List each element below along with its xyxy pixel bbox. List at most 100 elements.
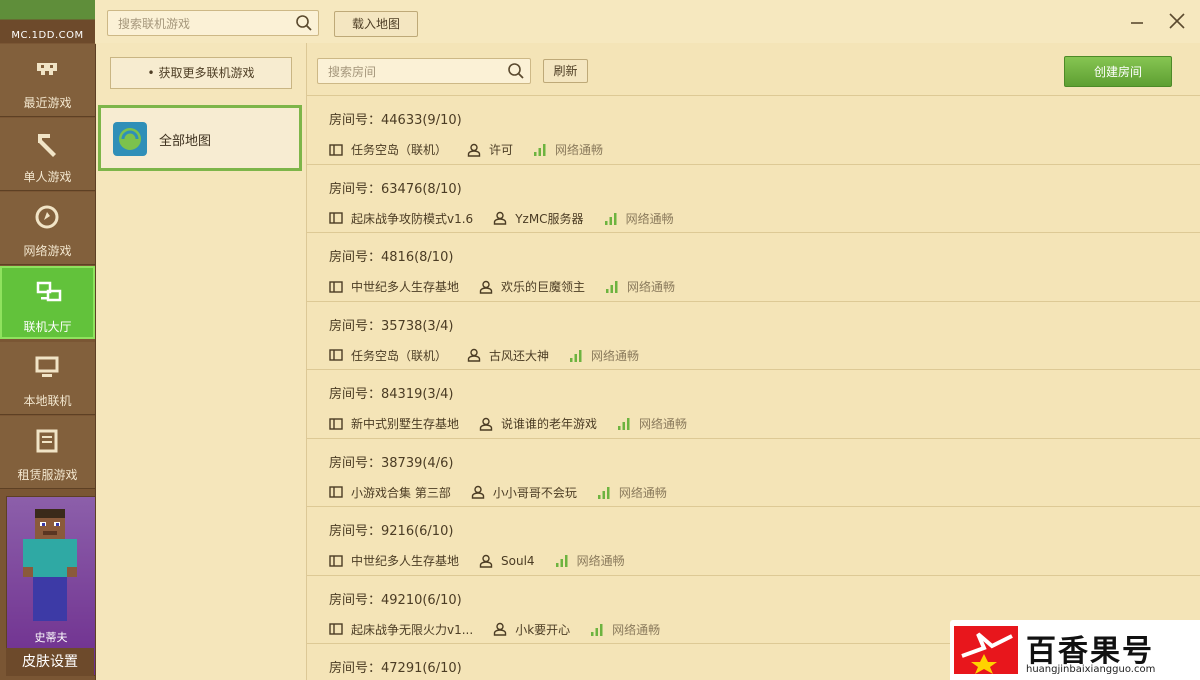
nav-label: 联机大厅 xyxy=(23,320,72,334)
signal-icon xyxy=(534,144,546,156)
room-map: 小游戏合集 第三部 xyxy=(351,485,451,500)
room-row[interactable]: 房间号：44633(9/10) 任务空岛（联机） 许可 网络通畅 xyxy=(307,95,1200,163)
room-details: 起床战争攻防模式v1.6 YzMC服务器 网络通畅 xyxy=(329,210,674,227)
all-maps-label: 全部地图 xyxy=(159,134,212,149)
room-details: 中世纪多人生存基地 Soul4 网络通畅 xyxy=(329,552,625,569)
room-owner: 小小哥哥不会玩 xyxy=(492,485,577,500)
create-room-button[interactable]: 创建房间 xyxy=(1064,56,1172,87)
close-icon[interactable] xyxy=(1166,10,1188,32)
pickaxe-icon xyxy=(38,134,56,157)
nav-single-player[interactable]: 单人游戏 xyxy=(0,118,95,191)
room-id: 房间号：44633(9/10) xyxy=(329,113,462,128)
network-icon xyxy=(36,281,62,302)
nav-label: 最近游戏 xyxy=(23,96,72,110)
room-row[interactable]: 房间号：63476(8/10) 起床战争攻防模式v1.6 YzMC服务器 网络通畅 xyxy=(307,163,1200,232)
search-icon[interactable] xyxy=(295,14,313,32)
monitor-icon xyxy=(35,356,59,377)
map-list-panel: • 获取更多联机游戏 全部地图 xyxy=(96,43,307,680)
room-owner: 许可 xyxy=(489,143,514,157)
room-id: 房间号：49210(6/10) xyxy=(329,592,462,608)
user-icon xyxy=(493,622,507,636)
app-logo: MC.1DD.COM xyxy=(0,0,95,43)
room-details: 新中式别墅生存基地 说谁谁的老年游戏 网络通畅 xyxy=(329,415,687,432)
network-status: 网络通畅 xyxy=(612,622,661,637)
watermark-url: huangjinbaixiangguo.com xyxy=(1026,664,1156,675)
user-icon xyxy=(471,485,485,499)
all-maps-item[interactable]: 全部地图 xyxy=(98,105,302,171)
map-icon xyxy=(329,486,343,498)
network-status: 网络通畅 xyxy=(618,485,667,500)
room-row[interactable]: 房间号：84319(3/4) 新中式别墅生存基地 说谁谁的老年游戏 网络通畅 xyxy=(307,369,1200,437)
room-map: 中世纪多人生存基地 xyxy=(351,554,460,568)
room-details: 中世纪多人生存基地 欢乐的巨魔领主 网络通畅 xyxy=(329,278,675,295)
signal-icon xyxy=(597,486,610,499)
get-more-games-button[interactable]: • 获取更多联机游戏 xyxy=(110,57,292,89)
room-row[interactable]: 房间号：9216(6/10) 中世纪多人生存基地 Soul4 网络通畅 xyxy=(307,506,1200,574)
map-icon xyxy=(329,417,343,430)
room-search-input[interactable]: 搜索房间 xyxy=(317,58,531,84)
user-icon xyxy=(479,280,493,294)
room-map: 起床战争攻防模式v1.6 xyxy=(351,211,474,226)
user-icon xyxy=(467,143,481,157)
search-icon[interactable] xyxy=(507,62,525,80)
room-map: 起床战争无限火力v1... xyxy=(351,622,474,637)
room-owner: Soul4 xyxy=(501,553,535,568)
nav-label: 网络游戏 xyxy=(23,244,72,258)
nav-label: 单人游戏 xyxy=(23,170,72,184)
brand-logo-icon xyxy=(954,626,1018,674)
room-owner: 欢乐的巨魔领主 xyxy=(501,280,586,294)
map-icon xyxy=(329,280,343,293)
minimize-icon[interactable] xyxy=(1126,10,1148,32)
nav-online-games[interactable]: 网络游戏 xyxy=(0,192,95,265)
top-bar: 搜索联机游戏 载入地图 xyxy=(95,0,1200,44)
player-name: 史蒂夫 xyxy=(34,631,68,644)
room-list-panel: 搜索房间 刷新 创建房间 房间号：44633(9/10) 任务空岛（联机） 许可 网络… xyxy=(307,43,1200,680)
room-details: 起床战争无限火力v1... 小k要开心 网络通畅 xyxy=(329,621,660,638)
network-status: 网络通畅 xyxy=(625,211,674,226)
map-icon xyxy=(329,143,343,156)
room-owner: YzMC服务器 xyxy=(515,211,584,226)
gamepad-icon xyxy=(37,63,57,75)
network-status: 网络通畅 xyxy=(639,417,688,431)
nav-multiplayer-lobby[interactable]: 联机大厅 xyxy=(0,266,95,339)
server-icon xyxy=(36,429,58,453)
room-row[interactable]: 房间号：38739(4/6) 小游戏合集 第三部 小小哥哥不会玩 网络通畅 xyxy=(307,437,1200,506)
room-owner: 小k要开心 xyxy=(515,622,571,637)
compass-icon xyxy=(35,205,59,229)
network-status: 网络通畅 xyxy=(555,143,604,157)
room-details: 任务空岛（联机） 许可 网络通畅 xyxy=(329,141,603,158)
refresh-button[interactable]: 刷新 xyxy=(543,59,588,83)
game-search-input[interactable]: 搜索联机游戏 xyxy=(107,10,319,36)
map-globe-icon xyxy=(113,122,147,156)
search-placeholder: 搜索联机游戏 xyxy=(118,17,191,31)
nav-recent-games[interactable]: 最近游戏 xyxy=(0,44,95,117)
user-icon xyxy=(479,417,493,431)
user-icon xyxy=(467,348,481,362)
nav-label: 租赁服游戏 xyxy=(17,468,78,482)
room-id: 房间号：9216(6/10) xyxy=(329,524,454,539)
nav-local-multiplayer[interactable]: 本地联机 xyxy=(0,342,95,415)
room-row[interactable]: 房间号：4816(8/10) 中世纪多人生存基地 欢乐的巨魔领主 网络通畅 xyxy=(307,232,1200,300)
nav-rental-server-games[interactable]: 租赁服游戏 xyxy=(0,416,95,489)
signal-icon xyxy=(570,349,582,362)
room-id: 房间号：4816(8/10) xyxy=(329,250,454,265)
signal-icon xyxy=(618,418,630,430)
room-id: 房间号：84319(3/4) xyxy=(329,387,454,402)
room-id: 房间号：38739(4/6) xyxy=(329,455,454,471)
room-row[interactable]: 房间号：35738(3/4) 任务空岛（联机） 古风还大神 网络通畅 xyxy=(307,300,1200,369)
skin-settings-button[interactable]: 皮肤设置 xyxy=(6,648,94,676)
room-map: 任务空岛（联机） xyxy=(351,348,448,363)
room-details: 任务空岛（联机） 古风还大神 网络通畅 xyxy=(329,347,639,364)
logo-text: MC.1DD.COM xyxy=(11,30,84,41)
map-icon xyxy=(329,554,343,567)
room-map: 中世纪多人生存基地 xyxy=(351,280,460,294)
signal-icon xyxy=(606,281,618,293)
network-status: 网络通畅 xyxy=(627,280,676,294)
signal-icon xyxy=(555,555,568,567)
room-id: 房间号：63476(8/10) xyxy=(329,181,462,197)
room-owner: 古风还大神 xyxy=(489,348,550,363)
room-id: 房间号：35738(3/4) xyxy=(329,318,454,334)
room-owner: 说谁谁的老年游戏 xyxy=(501,417,598,431)
map-icon xyxy=(329,212,343,224)
load-map-button[interactable]: 载入地图 xyxy=(334,11,418,37)
